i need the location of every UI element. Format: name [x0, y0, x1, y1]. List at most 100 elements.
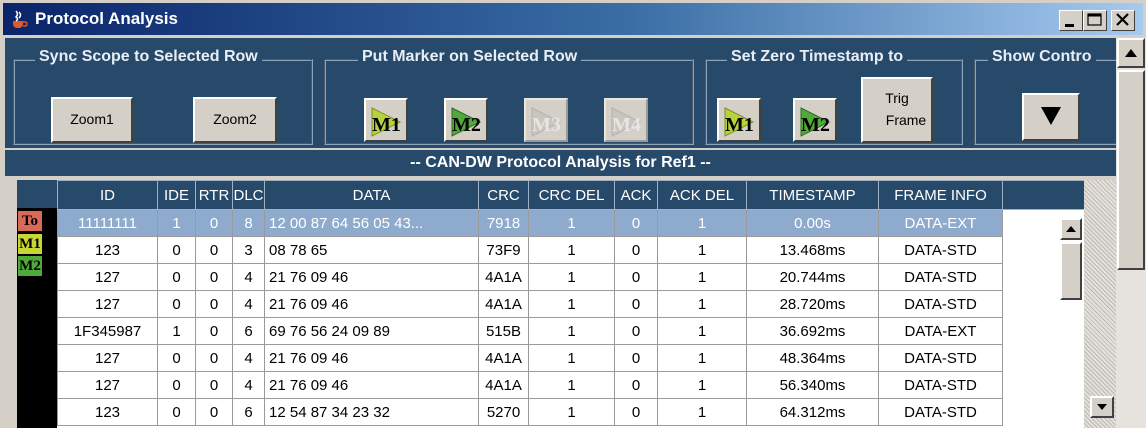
put-marker-group-title: Put Marker on Selected Row: [358, 48, 582, 66]
cell-crc-del: 1: [528, 398, 615, 426]
cell-ack-del: 1: [657, 317, 747, 345]
window-scroll-up-button[interactable]: [1117, 38, 1145, 68]
cell-ide: 0: [157, 371, 196, 399]
cell-data: 08 78 65: [264, 236, 479, 264]
cell-data: 21 76 09 46: [264, 371, 479, 399]
col-header-spacer: [1002, 180, 1085, 210]
put-marker-m3-button[interactable]: M3: [524, 98, 568, 142]
trig-frame-button[interactable]: Trig Frame: [861, 77, 933, 143]
marker-m2-icon: M2: [451, 107, 482, 137]
cell-crc-del: 1: [528, 236, 615, 264]
table-row[interactable]: 127 0 0 4 21 76 09 46 4A1A 1 0 1 56.340ms DATA-STD: [57, 371, 1085, 399]
col-header-data[interactable]: DATA: [264, 180, 479, 210]
cell-ack: 0: [614, 371, 658, 399]
window-scrollbar[interactable]: [1116, 38, 1146, 428]
cell-ack: 0: [614, 209, 658, 237]
show-controls-button[interactable]: [1022, 93, 1080, 141]
trig-frame-line2: Frame: [885, 112, 927, 128]
minimize-icon: [1065, 24, 1074, 27]
zero-m1-button[interactable]: M1: [717, 98, 761, 142]
svg-text:M2: M2: [801, 114, 830, 136]
put-marker-m2-button[interactable]: M2: [444, 98, 488, 142]
zoom2-button[interactable]: Zoom2: [193, 97, 277, 143]
col-header-ack[interactable]: ACK: [614, 180, 658, 210]
table-row[interactable]: 123 0 0 3 08 78 65 73F9 1 0 1 13.468ms DATA-STD: [57, 236, 1085, 264]
table-scroll-up-button[interactable]: [1060, 218, 1082, 240]
cell-rtr: 0: [195, 371, 233, 399]
table-row[interactable]: 127 0 0 4 21 76 09 46 4A1A 1 0 1 48.364ms DATA-STD: [57, 344, 1085, 372]
col-header-ide[interactable]: IDE: [157, 180, 196, 210]
cell-dlc: 6: [232, 317, 265, 345]
col-header-dlc[interactable]: DLC: [232, 180, 265, 210]
marker-m1-icon: M1: [371, 107, 402, 137]
cell-ack-del: 1: [657, 263, 747, 291]
cell-rtr: 0: [195, 236, 233, 264]
col-header-rtr[interactable]: RTR: [195, 180, 233, 210]
cell-rtr: 0: [195, 398, 233, 426]
cell-rtr: 0: [195, 344, 233, 372]
table-scroll-track[interactable]: [1084, 180, 1116, 428]
marker-m1-icon[interactable]: M1: [18, 234, 42, 254]
protocol-table: ID IDE RTR DLC DATA CRC CRC DEL ACK ACK …: [57, 180, 1085, 428]
table-row[interactable]: 127 0 0 4 21 76 09 46 4A1A 1 0 1 28.720ms DATA-STD: [57, 290, 1085, 318]
arrow-up-icon: [1125, 49, 1137, 57]
maximize-button[interactable]: [1083, 10, 1107, 31]
table-row[interactable]: 127 0 0 4 21 76 09 46 4A1A 1 0 1 20.744ms DATA-STD: [57, 263, 1085, 291]
table-scroll-thumb[interactable]: [1060, 242, 1082, 300]
col-header-frame-info[interactable]: FRAME INFO: [878, 180, 1003, 210]
cell-timestamp: 56.340ms: [746, 371, 879, 399]
marker-m3-icon: M3: [531, 107, 562, 137]
analysis-caption: -- CAN-DW Protocol Analysis for Ref1 --: [5, 150, 1116, 176]
toolbar-panel: Sync Scope to Selected Row Zoom1 Zoom2 P…: [5, 38, 1124, 148]
triangle-down-icon: [1041, 107, 1061, 125]
svg-text:M1: M1: [725, 114, 754, 136]
close-button[interactable]: [1111, 10, 1135, 31]
window-title: Protocol Analysis: [35, 9, 178, 28]
set-zero-timestamp-group: Set Zero Timestamp to M1 M2 Trig Frame: [705, 48, 963, 145]
cell-dlc: 6: [232, 398, 265, 426]
cell-crc: 7918: [478, 209, 529, 237]
cell-data: 69 76 56 24 09 89: [264, 317, 479, 345]
cell-ack: 0: [614, 317, 658, 345]
cell-rtr: 0: [195, 209, 233, 237]
col-header-ack-del[interactable]: ACK DEL: [657, 180, 747, 210]
cell-ide: 0: [157, 398, 196, 426]
marker-m2-icon[interactable]: M2: [18, 256, 42, 276]
minimize-button[interactable]: [1059, 10, 1083, 31]
title-bar[interactable]: Protocol Analysis: [3, 3, 1143, 35]
put-marker-m4-button[interactable]: M4: [604, 98, 648, 142]
cell-crc-del: 1: [528, 263, 615, 291]
zoom1-button[interactable]: Zoom1: [51, 97, 133, 143]
cell-crc: 515B: [478, 317, 529, 345]
cell-id: 11111111: [57, 209, 158, 237]
cell-timestamp: 13.468ms: [746, 236, 879, 264]
cell-ack: 0: [614, 236, 658, 264]
cell-ack-del: 1: [657, 209, 747, 237]
close-icon: [1116, 13, 1129, 26]
table-row[interactable]: 1F345987 1 0 6 69 76 56 24 09 89 515B 1 0 1 36.69…: [57, 317, 1085, 345]
put-marker-group: Put Marker on Selected Row M1 M2 M3 M4: [324, 48, 694, 145]
col-header-id[interactable]: ID: [57, 180, 158, 210]
svg-text:M2: M2: [452, 114, 481, 136]
window-scroll-thumb[interactable]: [1117, 70, 1145, 270]
col-header-crc-del[interactable]: CRC DEL: [528, 180, 615, 210]
cell-ide: 1: [157, 209, 196, 237]
zero-m2-button[interactable]: M2: [793, 98, 837, 142]
cell-frame-info: DATA-STD: [878, 344, 1003, 372]
cell-ack: 0: [614, 344, 658, 372]
table-row[interactable]: 123 0 0 6 12 54 87 34 23 32 5270 1 0 1 64.312ms DA…: [57, 398, 1085, 426]
svg-text:M1: M1: [372, 114, 401, 136]
cell-crc: 73F9: [478, 236, 529, 264]
cell-rtr: 0: [195, 317, 233, 345]
marker-row-header: To M1 M2: [17, 180, 57, 428]
col-header-crc[interactable]: CRC: [478, 180, 529, 210]
cell-data: 21 76 09 46: [264, 344, 479, 372]
put-marker-m1-button[interactable]: M1: [364, 98, 408, 142]
table-scroll-down-button[interactable]: [1090, 396, 1114, 418]
table-row[interactable]: 11111111 1 0 8 12 00 87 64 56 05 43... 7918 1 0…: [57, 209, 1085, 237]
marker-to-icon[interactable]: To: [18, 211, 42, 231]
col-header-timestamp[interactable]: TIMESTAMP: [746, 180, 879, 210]
cell-dlc: 4: [232, 344, 265, 372]
cell-frame-info: DATA-STD: [878, 290, 1003, 318]
cell-dlc: 3: [232, 236, 265, 264]
